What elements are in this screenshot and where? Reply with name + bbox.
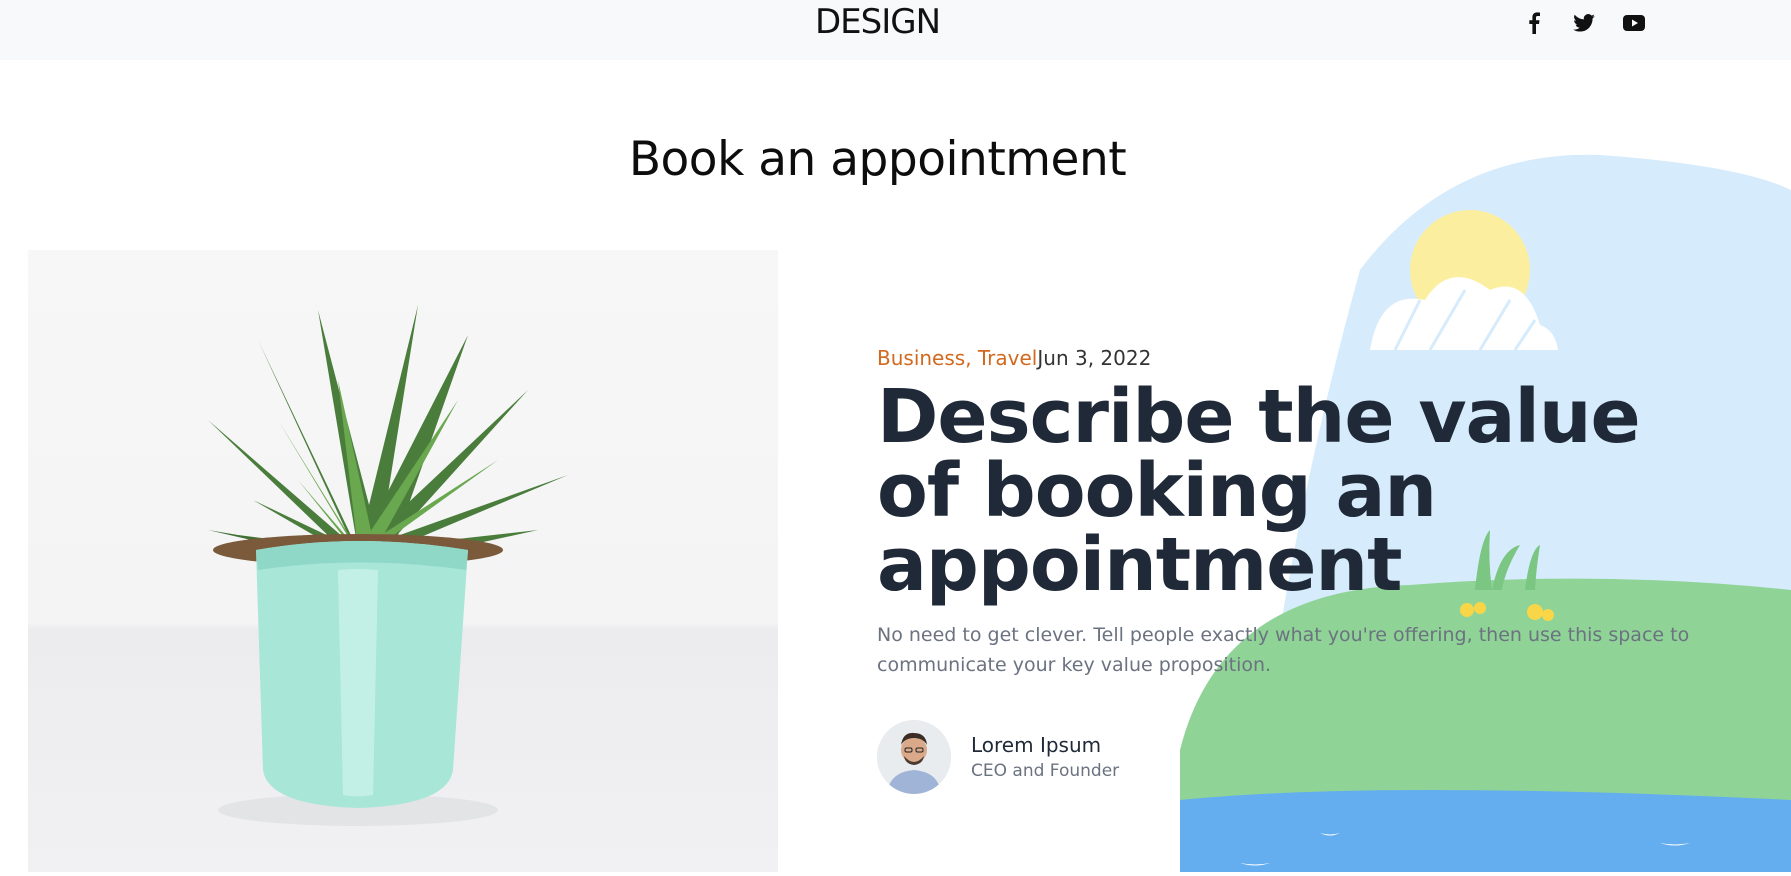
- appointment-content: Business, TravelJun 3, 2022 Describe the…: [877, 344, 1757, 794]
- author-info: Lorem Ipsum CEO and Founder: [971, 731, 1119, 783]
- plant-photo: [28, 250, 778, 872]
- author-name: Lorem Ipsum: [971, 733, 1102, 757]
- section-title: Describe the value of booking an appoint…: [877, 374, 1641, 608]
- youtube-icon: [1623, 15, 1645, 31]
- post-meta: Business, TravelJun 3, 2022: [877, 344, 1757, 372]
- post-categories[interactable]: Business, Travel: [877, 346, 1037, 370]
- author-role: CEO and Founder: [971, 761, 1120, 781]
- author-block: Lorem Ipsum CEO and Founder: [877, 720, 1757, 794]
- facebook-icon: [1529, 12, 1540, 34]
- post-date: Jun 3, 2022: [1037, 346, 1152, 370]
- site-logo[interactable]: DESIGN: [0, 2, 1755, 42]
- facebook-link[interactable]: [1520, 11, 1548, 35]
- section-description: No need to get clever. Tell people exact…: [877, 624, 1690, 676]
- avatar: [877, 720, 951, 794]
- social-links: [1520, 11, 1648, 35]
- youtube-link[interactable]: [1620, 11, 1648, 35]
- twitter-icon: [1573, 14, 1595, 32]
- site-header: DESIGN: [0, 0, 1791, 60]
- twitter-link[interactable]: [1570, 11, 1598, 35]
